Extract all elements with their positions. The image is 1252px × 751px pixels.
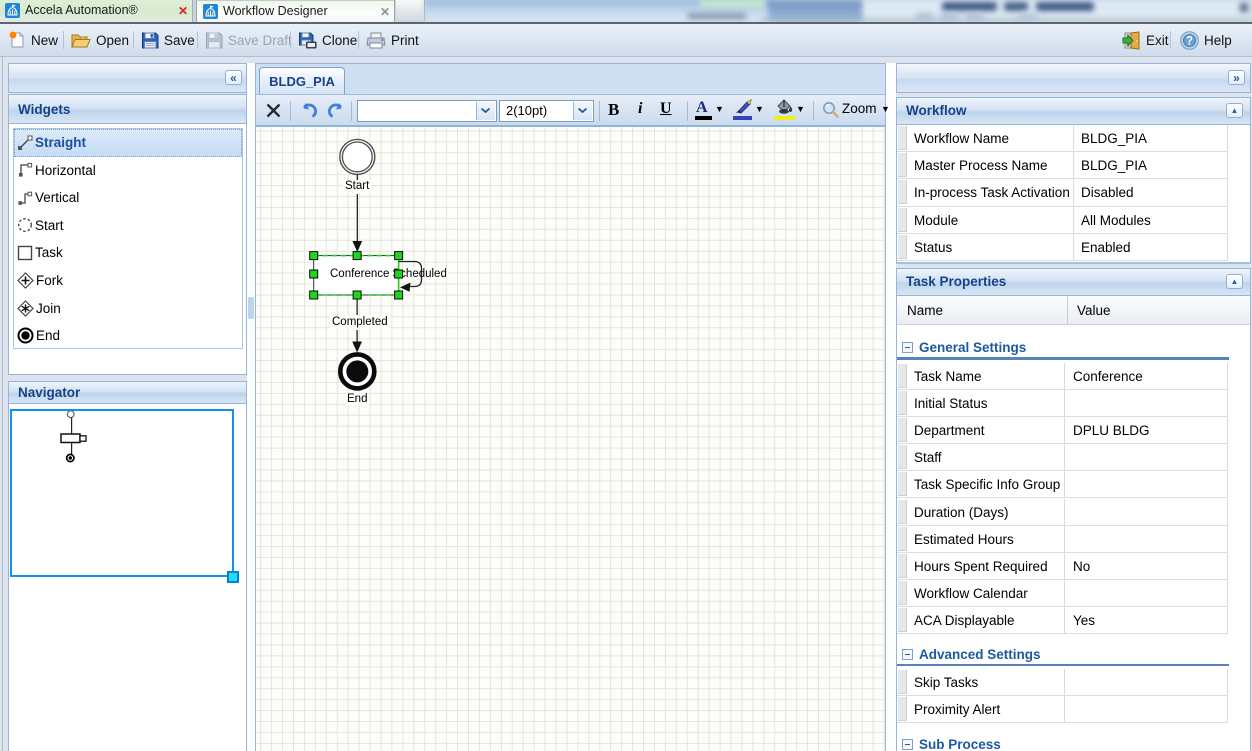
svg-text:?: ? (1186, 35, 1193, 47)
